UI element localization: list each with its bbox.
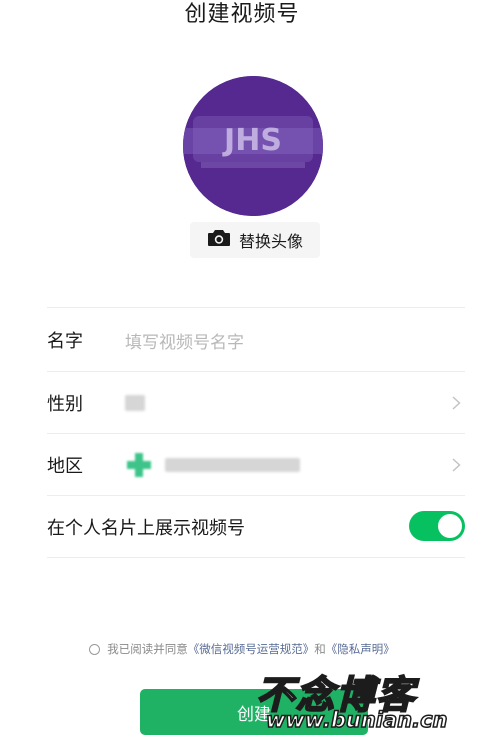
show-on-card-label: 在个人名片上展示视频号: [47, 518, 245, 539]
operation-rules-link[interactable]: 《微信视频号运营规范》: [188, 641, 315, 657]
gender-label: 性别: [47, 394, 83, 415]
privacy-statement-link[interactable]: 《隐私声明》: [326, 641, 395, 657]
replace-avatar-button[interactable]: 替换头像: [190, 222, 320, 258]
agreement-checkbox[interactable]: [89, 643, 101, 655]
agreement: 我已阅读并同意 《微信视频号运营规范》 和 《隐私声明》: [0, 641, 484, 657]
camera-icon: [207, 229, 231, 251]
avatar-logo: JHS: [183, 76, 323, 216]
region-value: [165, 458, 300, 472]
divider: [47, 307, 465, 308]
divider: [47, 557, 465, 558]
replace-avatar-label: 替换头像: [238, 232, 303, 251]
name-input[interactable]: 填写视频号名字: [125, 328, 244, 353]
region-flag-icon: [125, 451, 153, 479]
region-label: 地区: [47, 456, 83, 477]
page-title: 创建视频号: [184, 2, 300, 27]
avatar-text: JHS: [222, 123, 282, 158]
agreement-prefix: 我已阅读并同意: [107, 642, 188, 656]
show-on-card-row: 在个人名片上展示视频号: [47, 496, 465, 558]
gender-value: [125, 395, 145, 411]
agreement-connector: 和: [314, 642, 326, 656]
create-channel-page: 创建视频号 JHS 替换头像 名字 填写视频号名字 性别 地区 在个人名片上展示…: [0, 0, 484, 749]
create-button-label: 创建: [237, 704, 271, 725]
name-row[interactable]: 名字 填写视频号名字: [47, 309, 465, 371]
chevron-right-icon: [452, 458, 461, 472]
name-label: 名字: [47, 331, 83, 352]
chevron-right-icon: [452, 396, 461, 410]
avatar[interactable]: JHS: [183, 76, 323, 216]
toggle-knob: [438, 514, 462, 538]
region-row[interactable]: 地区: [47, 434, 465, 496]
create-button[interactable]: 创建: [140, 689, 368, 735]
show-on-card-toggle[interactable]: [409, 511, 465, 541]
gender-row[interactable]: 性别: [47, 372, 465, 434]
